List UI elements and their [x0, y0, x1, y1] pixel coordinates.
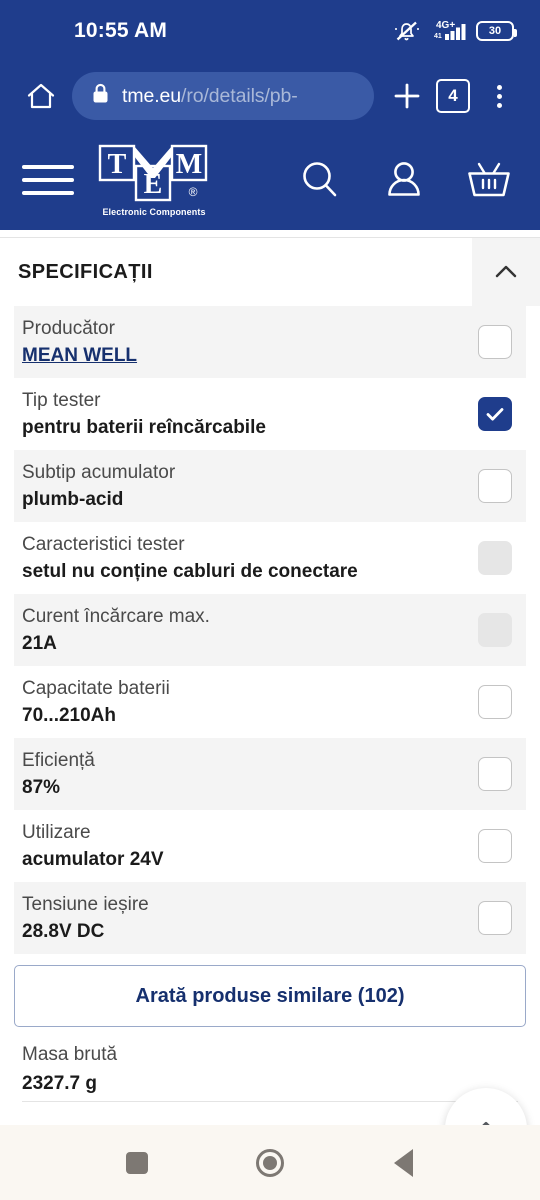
more-vertical-icon[interactable]: [476, 73, 522, 119]
url-domain: tme.eu: [122, 84, 182, 107]
spec-label: Subtip acumulator: [22, 461, 176, 483]
spec-value: 2327.7 g: [22, 1072, 97, 1094]
spec-checkbox[interactable]: [478, 829, 512, 863]
svg-text:®: ®: [189, 185, 198, 199]
svg-text:41: 41: [434, 33, 442, 40]
circle-home-icon[interactable]: [240, 1133, 300, 1193]
svg-text:T: T: [108, 149, 127, 180]
svg-text:4G+: 4G+: [436, 20, 455, 31]
svg-text:M: M: [176, 149, 202, 180]
table-row: Eficiență 87%: [14, 738, 526, 810]
spec-label: Producător: [22, 317, 115, 339]
browser-toolbar: tme.eu/ro/details/pb- 4: [0, 62, 540, 130]
spec-label: Curent încărcare max.: [22, 605, 210, 627]
spec-value: pentru baterii reîncărcabile: [22, 416, 266, 438]
lock-icon: [92, 83, 109, 109]
url-path: /ro/details/pb-: [181, 84, 298, 107]
spec-checkbox: [478, 613, 512, 647]
signal-bars-icon: 4G+ 41: [427, 18, 469, 44]
spec-checkbox[interactable]: [478, 397, 512, 431]
cut-off-row: [22, 1112, 518, 1125]
address-bar[interactable]: tme.eu/ro/details/pb-: [72, 72, 374, 120]
phone-screen: 10:55 AM 4G+ 41 30 tme.eu/ro/details/pb-…: [0, 0, 540, 1200]
spec-value: 87%: [22, 776, 61, 798]
table-row: Subtip acumulator plumb-acid: [14, 450, 526, 522]
home-icon[interactable]: [18, 73, 64, 119]
spec-checkbox[interactable]: [478, 901, 512, 935]
spec-label: Eficiență: [22, 749, 95, 771]
status-bar-icons: 4G+ 41 30: [394, 18, 517, 44]
checkmark-icon: [486, 408, 504, 421]
spec-value: plumb-acid: [22, 488, 124, 510]
show-similar-products-button[interactable]: Arată produse similare (102): [14, 965, 526, 1027]
specifications-list: Producător MEAN WELL Tip tester pentru b…: [0, 306, 540, 954]
spec-label: Capacitate baterii: [22, 677, 170, 699]
table-row: Capacitate baterii 70...210Ah: [14, 666, 526, 738]
spec-label: Tip tester: [22, 389, 101, 411]
table-row: Tensiune ieșire 28.8V DC: [14, 882, 526, 954]
triangle-back-icon[interactable]: [373, 1133, 433, 1193]
specifications-header[interactable]: SPECIFICAȚII: [0, 238, 540, 306]
header-actions: [298, 158, 524, 202]
tme-logo[interactable]: T M E ® Electronic Components: [96, 144, 212, 217]
similar-products-wrap: Arată produse similare (102): [0, 954, 540, 1027]
spec-value: setul nu conține cabluri de conectare: [22, 560, 358, 582]
spec-label: Utilizare: [22, 821, 91, 843]
page-title: SPECIFICAȚII: [18, 260, 153, 283]
chevron-up-icon[interactable]: [472, 238, 540, 306]
hamburger-menu-icon[interactable]: [16, 165, 74, 195]
shopping-basket-icon[interactable]: [466, 158, 512, 202]
url-text: tme.eu/ro/details/pb-: [122, 85, 298, 108]
manufacturer-link[interactable]: MEAN WELL: [22, 345, 137, 366]
spec-checkbox[interactable]: [478, 325, 512, 359]
tme-logo-mark: T M E ®: [98, 144, 208, 201]
spec-label: Masa brută: [22, 1044, 118, 1065]
spec-checkbox: [478, 541, 512, 575]
spec-value: 70...210Ah: [22, 704, 116, 726]
battery-level-text: 30: [488, 24, 502, 37]
chevron-up-icon: [482, 1122, 490, 1125]
spec-value: acumulator 24V: [22, 848, 164, 870]
spec-checkbox[interactable]: [478, 469, 512, 503]
table-row: Tip tester pentru baterii reîncărcabile: [14, 378, 526, 450]
table-row: Curent încărcare max. 21A: [14, 594, 526, 666]
vibrate-off-icon: [394, 19, 420, 43]
section-divider: [0, 230, 540, 238]
spec-checkbox[interactable]: [478, 685, 512, 719]
spec-checkbox[interactable]: [478, 757, 512, 791]
tab-switcher-button[interactable]: 4: [430, 73, 476, 119]
new-tab-button[interactable]: [384, 73, 430, 119]
spec-label: Tensiune ieșire: [22, 893, 149, 915]
tab-count: 4: [436, 79, 470, 113]
logo-tagline: Electronic Components: [102, 206, 206, 217]
status-bar-clock: 10:55 AM: [74, 19, 168, 42]
site-header: T M E ® Electronic Components: [0, 130, 540, 230]
spec-label: Caracteristici tester: [22, 533, 185, 555]
table-row: Utilizare acumulator 24V: [14, 810, 526, 882]
spec-value: MEAN WELL: [22, 345, 478, 367]
user-account-icon[interactable]: [382, 158, 426, 202]
row-divider: [22, 1100, 518, 1102]
table-row: Caracteristici tester setul nu conține c…: [14, 522, 526, 594]
table-row: Producător MEAN WELL: [14, 306, 526, 378]
android-navigation-bar: [0, 1125, 540, 1200]
svg-text:E: E: [144, 169, 163, 200]
square-recents-icon[interactable]: [107, 1133, 167, 1193]
spec-value: 28.8V DC: [22, 920, 105, 942]
search-icon[interactable]: [298, 158, 342, 202]
status-bar: 10:55 AM 4G+ 41 30: [0, 0, 540, 62]
spec-value: 21A: [22, 632, 57, 654]
battery-icon: 30: [476, 21, 517, 41]
page-content: SPECIFICAȚII Producător MEAN WELL Tip te…: [0, 230, 540, 1125]
